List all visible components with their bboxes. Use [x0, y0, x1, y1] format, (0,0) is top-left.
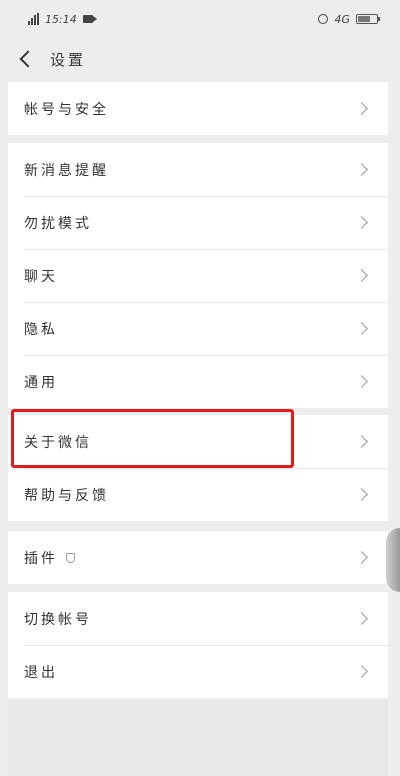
highlight-box: [11, 409, 294, 468]
settings-item-help-feedback[interactable]: 帮助与反馈: [8, 468, 388, 521]
settings-item-label: 通用: [24, 374, 58, 391]
settings-item-label: 勿扰模式: [24, 215, 92, 232]
status-right: 4G: [318, 12, 380, 26]
chevron-right-icon: [355, 665, 368, 678]
settings-item-label-wrap: 插件: [24, 548, 75, 568]
settings-group-main: 新消息提醒 勿扰模式 聊天 隐私 通用: [8, 143, 388, 408]
shield-icon: [66, 552, 75, 563]
settings-item-label: 插件: [24, 550, 58, 567]
settings-item-label: 新消息提醒: [24, 162, 109, 179]
alarm-icon: [318, 14, 329, 24]
page-title: 设置: [50, 50, 87, 69]
nav-bar: 设置: [8, 38, 388, 80]
chevron-right-icon: [355, 612, 368, 625]
status-time: 15:14: [45, 12, 77, 26]
settings-item-do-not-disturb[interactable]: 勿扰模式: [8, 196, 388, 249]
settings-item-notifications[interactable]: 新消息提醒: [8, 143, 388, 196]
chevron-right-icon: [355, 216, 368, 229]
settings-group-session: 切换帐号 退出: [8, 592, 388, 698]
settings-item-general[interactable]: 通用: [8, 355, 388, 408]
settings-item-label: 帮助与反馈: [24, 487, 109, 504]
settings-item-switch-account[interactable]: 切换帐号: [8, 592, 388, 645]
settings-item-plugins[interactable]: 插件: [8, 531, 388, 584]
battery-icon: [356, 14, 380, 24]
settings-item-label: 帐号与安全: [24, 101, 109, 118]
chevron-right-icon: [355, 551, 368, 564]
status-bar: 15:14 4G: [0, 0, 400, 38]
signal-icon: [28, 13, 39, 25]
chevron-right-icon: [355, 163, 368, 176]
chevron-right-icon: [355, 322, 368, 335]
edge-swipe-handle[interactable]: [386, 528, 400, 592]
chevron-right-icon: [355, 435, 368, 448]
network-type: 4G: [334, 12, 350, 26]
bottom-empty-area: [8, 700, 388, 776]
settings-item-privacy[interactable]: 隐私: [8, 302, 388, 355]
back-icon[interactable]: [19, 50, 37, 68]
chevron-right-icon: [355, 102, 368, 115]
settings-item-label: 聊天: [24, 268, 58, 285]
settings-item-label: 切换帐号: [24, 611, 92, 628]
settings-item-logout[interactable]: 退出: [8, 645, 388, 698]
settings-item-chat[interactable]: 聊天: [8, 249, 388, 302]
settings-item-account-security[interactable]: 帐号与安全: [8, 82, 388, 135]
chevron-right-icon: [355, 488, 368, 501]
chevron-right-icon: [355, 269, 368, 282]
settings-group-account: 帐号与安全: [8, 82, 388, 135]
settings-item-label: 隐私: [24, 321, 58, 338]
video-icon: [82, 15, 97, 23]
settings-item-label: 退出: [24, 664, 58, 681]
status-left: 15:14: [28, 12, 97, 26]
chevron-right-icon: [355, 375, 368, 388]
settings-group-plugins: 插件: [8, 531, 388, 584]
